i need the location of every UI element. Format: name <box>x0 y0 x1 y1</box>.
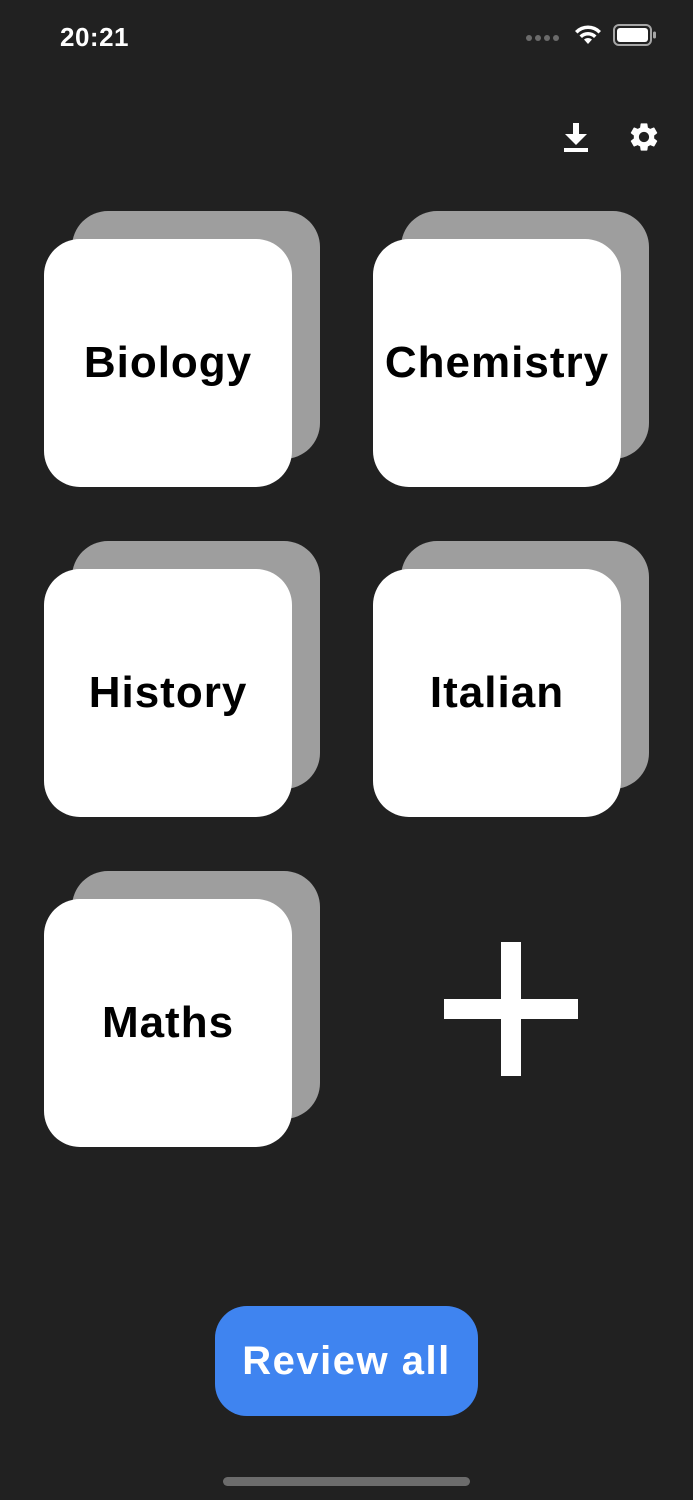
deck-card-front: Maths <box>44 899 292 1147</box>
download-icon <box>564 123 588 152</box>
gear-icon <box>630 123 658 151</box>
cellular-signal-icon <box>526 34 559 41</box>
status-time: 20:21 <box>60 22 129 52</box>
deck-card-front: Biology <box>44 239 292 487</box>
deck-card-chemistry[interactable]: Chemistry <box>373 211 649 487</box>
deck-card-history[interactable]: History <box>44 541 320 817</box>
deck-label: Italian <box>429 668 565 717</box>
deck-card-front: Chemistry <box>373 239 621 487</box>
deck-card-maths[interactable]: Maths <box>44 871 320 1147</box>
wifi-icon <box>573 24 603 51</box>
download-button[interactable] <box>557 118 595 156</box>
deck-card-front: History <box>44 569 292 817</box>
settings-button[interactable] <box>625 118 663 156</box>
home-indicator[interactable] <box>223 1477 470 1486</box>
deck-label: Chemistry <box>384 338 610 387</box>
deck-card-biology[interactable]: Biology <box>44 211 320 487</box>
app-screen: 20:21 Biology Chemistry History Italian … <box>0 0 693 1500</box>
review-all-button[interactable]: Review all <box>215 1306 478 1416</box>
battery-icon <box>613 24 657 51</box>
deck-card-italian[interactable]: Italian <box>373 541 649 817</box>
deck-card-front: Italian <box>373 569 621 817</box>
deck-label: Maths <box>101 998 235 1047</box>
status-indicators <box>526 24 657 51</box>
add-deck-button[interactable] <box>444 942 578 1076</box>
toolbar <box>557 118 663 156</box>
deck-label: History <box>88 668 248 717</box>
deck-label: Biology <box>83 338 253 387</box>
